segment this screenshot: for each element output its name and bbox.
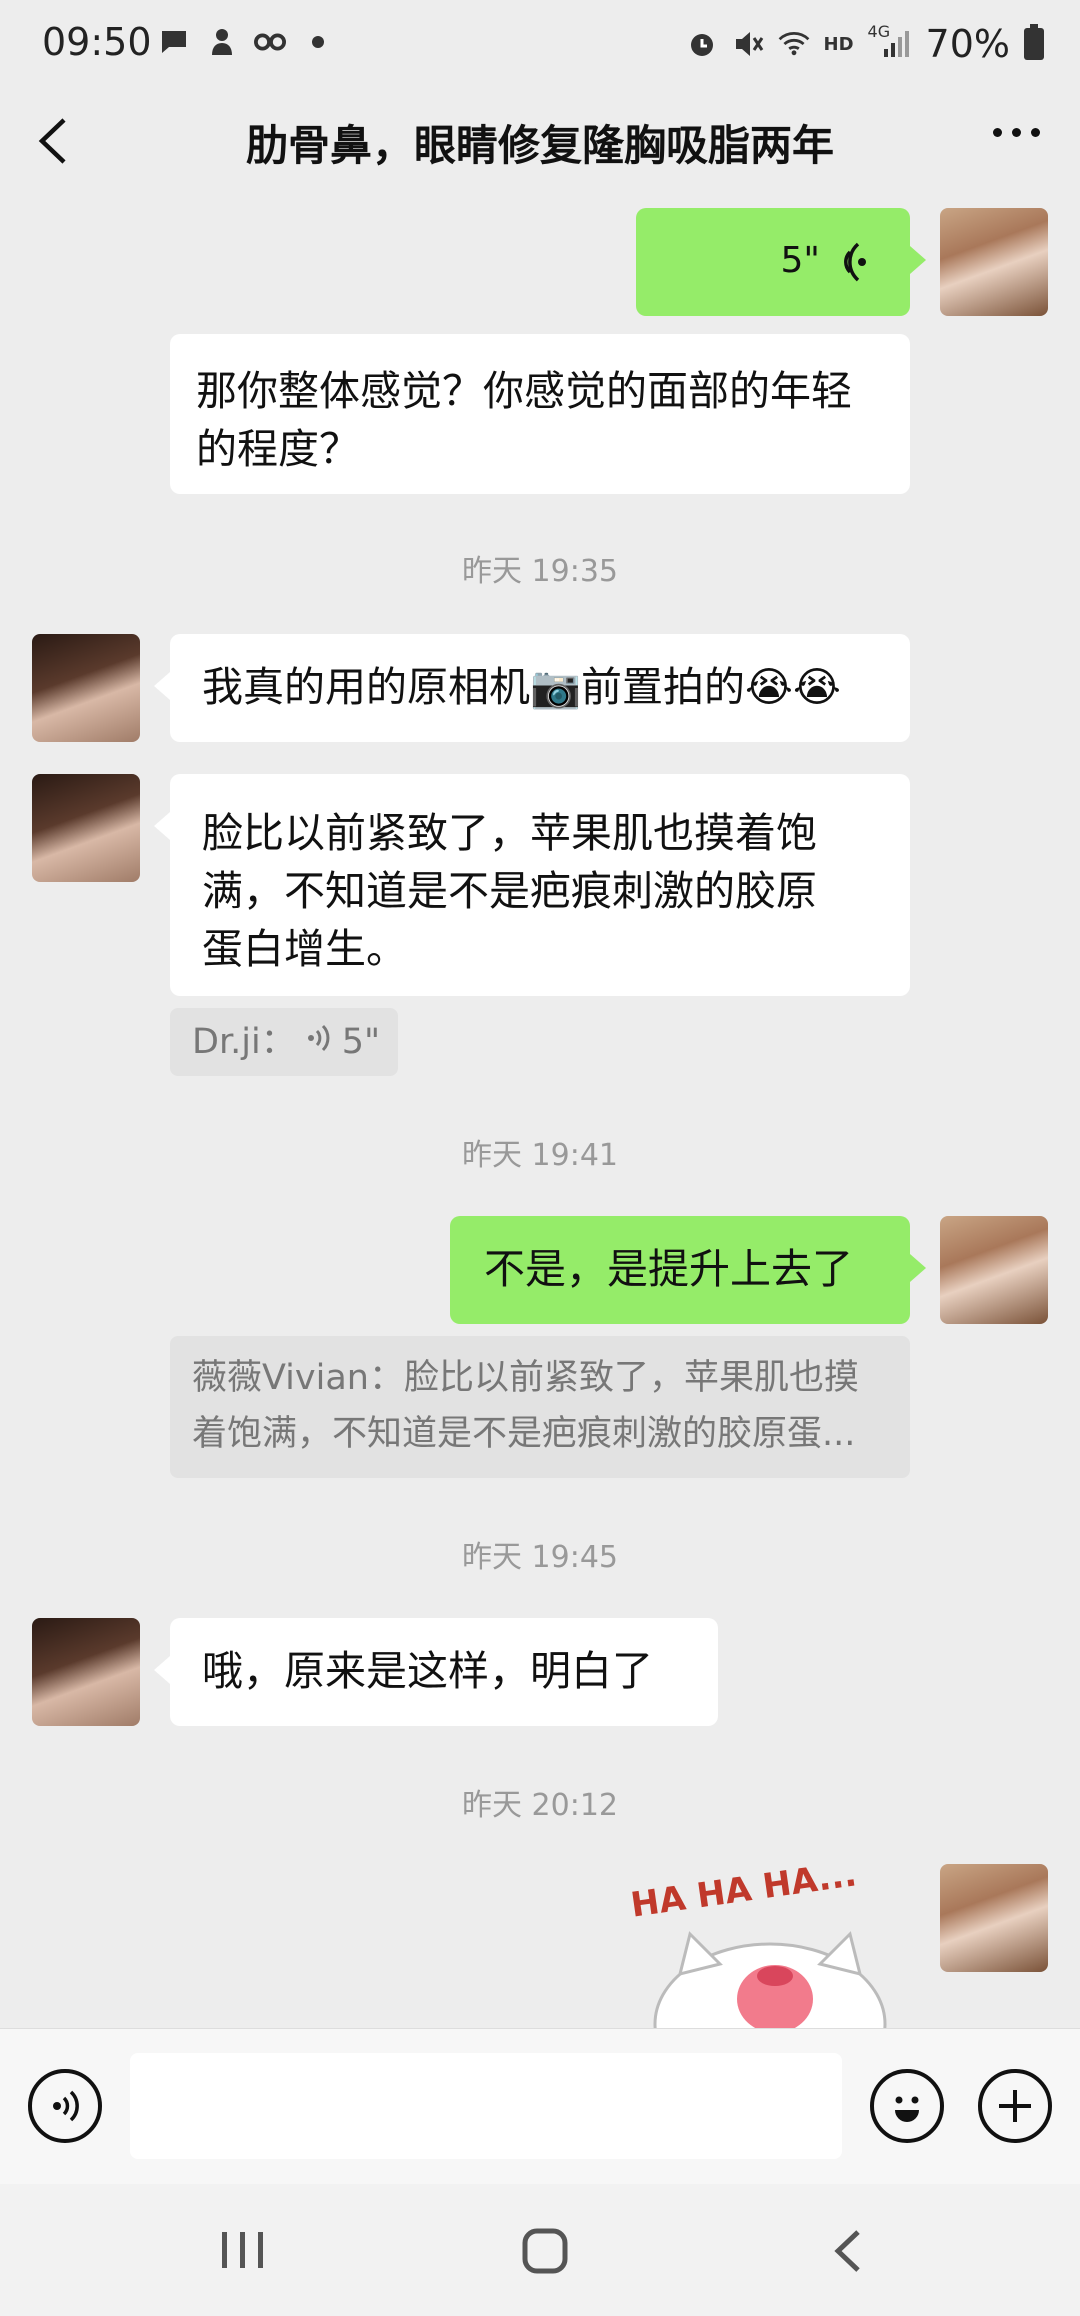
alarm-icon — [686, 28, 718, 60]
message-line: 脸比以前紧致了，苹果肌也摸着饱 — [202, 809, 817, 857]
wifi-icon — [778, 28, 810, 60]
quote-duration: 5" — [341, 1022, 381, 1062]
timestamp: 昨天 19:41 — [462, 1138, 618, 1173]
dot — [1031, 128, 1040, 137]
status-icons-right: HD 4G 70% — [686, 22, 1044, 66]
status-time: 09:50 — [42, 20, 152, 64]
mute-icon — [732, 28, 764, 60]
system-back-button[interactable] — [830, 2226, 866, 2280]
plus-icon — [999, 2090, 1031, 2122]
status-icons-left — [158, 26, 324, 58]
message-line: 那你整体感觉？你感觉的面部的年轻 — [196, 367, 852, 415]
message-line: 满，不知道是不是疤痕刺激的胶原 — [202, 867, 817, 915]
more-options-button[interactable] — [993, 128, 1040, 137]
infinity-icon — [254, 26, 286, 58]
message-input[interactable] — [130, 2053, 842, 2159]
message-text: 不是，是提升上去了 — [484, 1245, 853, 1293]
voice-icon — [53, 2090, 79, 2122]
contact-avatar[interactable] — [32, 774, 140, 882]
chat-header: 肋骨鼻，眼睛修复隆胸吸脂两年 — [0, 90, 1080, 190]
voice-duration: 5" — [780, 240, 820, 281]
status-bar: 09:50 HD 4G 70% — [0, 0, 1080, 90]
message-text: 我真的用的原相机📷前置拍的😭😭 — [202, 663, 841, 711]
message-line: 的程度？ — [196, 425, 360, 473]
back-button[interactable] — [34, 116, 74, 166]
message-bubble[interactable]: 不是，是提升上去了 — [450, 1216, 926, 1324]
timestamp: 昨天 20:12 — [462, 1788, 618, 1823]
chat-input-bar — [0, 2028, 1080, 2184]
network-label: 4G — [867, 22, 891, 41]
recent-apps-icon — [222, 2232, 263, 2268]
quoted-message[interactable]: 薇薇Vivian：脸比以前紧致了，苹果肌也摸 着饱满，不知道是不是疤痕刺激的胶原… — [170, 1336, 910, 1478]
app-icon — [206, 26, 238, 58]
cat-sticker-icon — [653, 1931, 887, 2028]
quote-line: 薇薇Vivian：脸比以前紧致了，苹果肌也摸 — [192, 1358, 859, 1398]
voice-wave-icon — [306, 1014, 332, 1070]
sticker-message[interactable]: HA HA HA... — [620, 1864, 910, 2028]
timestamp: 昨天 19:45 — [462, 1540, 618, 1575]
contact-avatar[interactable] — [32, 1618, 140, 1726]
dot — [1012, 128, 1021, 137]
quote-sender: Dr.ji： — [192, 1022, 296, 1062]
message-line: 蛋白增生。 — [202, 925, 407, 973]
system-navigation-bar — [0, 2184, 1080, 2316]
home-icon — [522, 2228, 568, 2274]
more-functions-button[interactable] — [978, 2069, 1052, 2143]
smiley-icon — [895, 2096, 919, 2122]
my-avatar[interactable] — [940, 1216, 1048, 1324]
contact-avatar[interactable] — [32, 634, 140, 742]
message-bubble[interactable]: 脸比以前紧致了，苹果肌也摸着饱 满，不知道是不是疤痕刺激的胶原 蛋白增生。 — [154, 774, 910, 996]
battery-icon — [1024, 24, 1044, 60]
quoted-voice[interactable]: Dr.ji： 5" — [170, 1008, 398, 1076]
emoji-button[interactable] — [870, 2069, 944, 2143]
my-avatar[interactable] — [940, 1864, 1048, 1972]
message-icon — [158, 26, 190, 58]
message-bubble[interactable]: 我真的用的原相机📷前置拍的😭😭 — [154, 634, 910, 742]
notification-dot — [312, 36, 324, 48]
back-icon — [834, 2230, 860, 2272]
battery-percent: 70% — [925, 22, 1010, 66]
chat-title: 肋骨鼻，眼睛修复隆胸吸脂两年 — [245, 121, 834, 170]
my-avatar[interactable] — [940, 208, 1048, 316]
timestamp: 昨天 19:35 — [462, 554, 618, 589]
voice-input-button[interactable] — [28, 2069, 102, 2143]
voice-message-bubble[interactable]: 5" — [636, 208, 926, 316]
message-bubble[interactable]: 那你整体感觉？你感觉的面部的年轻 的程度？ — [170, 334, 910, 494]
recent-apps-button[interactable] — [218, 2228, 268, 2276]
message-text: 哦，原来是这样，明白了 — [202, 1647, 653, 1695]
hd-label: HD — [823, 33, 854, 55]
signal-icon: 4G — [868, 22, 912, 60]
message-bubble[interactable]: 哦，原来是这样，明白了 — [154, 1618, 718, 1726]
home-button[interactable] — [520, 2226, 570, 2280]
dot — [993, 128, 1002, 137]
quote-line: 着饱满，不知道是不是疤痕刺激的胶原蛋... — [192, 1414, 856, 1454]
voice-wave-icon — [834, 240, 870, 299]
